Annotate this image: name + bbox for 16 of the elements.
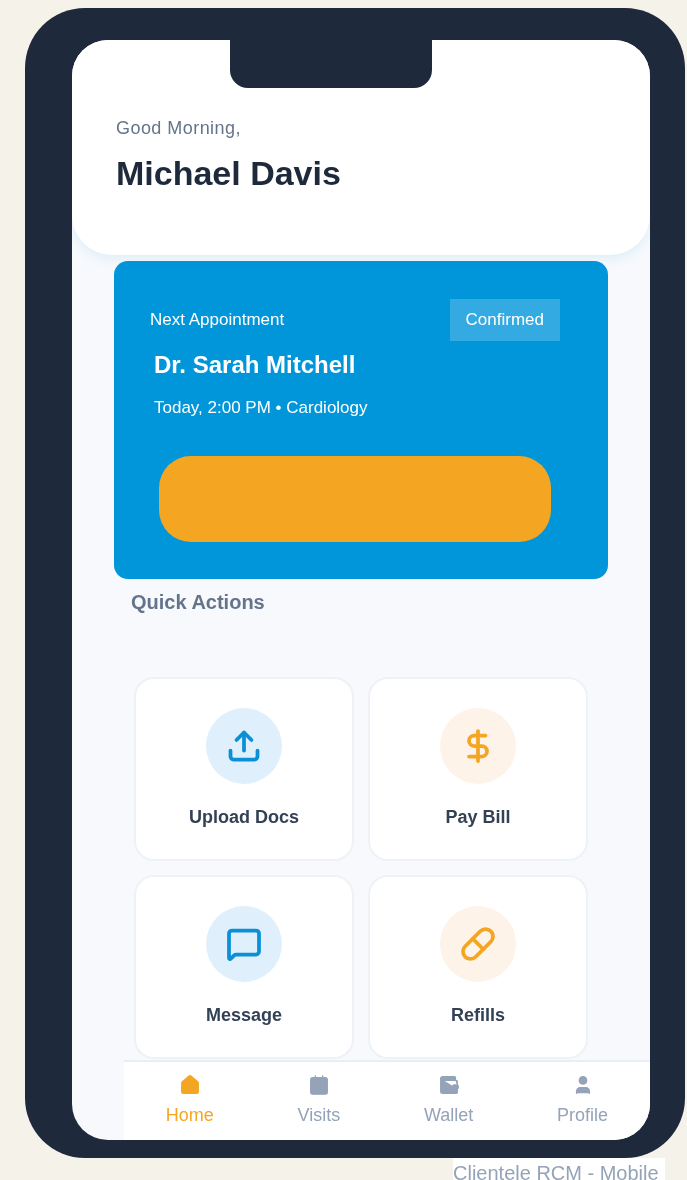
quick-action-card[interactable]: Pay Bill — [368, 677, 588, 861]
quick-action-card[interactable]: Message — [134, 875, 354, 1059]
quick-action-card[interactable]: Upload Docs — [134, 677, 354, 861]
calendar-icon — [307, 1073, 330, 1096]
doctor-name: Dr. Sarah Mitchell — [154, 349, 357, 380]
wallet-icon — [437, 1073, 460, 1096]
greeting-text: Good Morning, — [116, 117, 242, 140]
user-name: Michael Davis — [116, 153, 342, 194]
status-tag: Confirmed — [449, 299, 560, 341]
action-button[interactable] — [159, 456, 551, 542]
appointment-details: Today, 2:00 PM • Cardiology — [154, 396, 369, 419]
home-icon — [178, 1073, 201, 1096]
section-title: Quick Actions — [131, 590, 266, 615]
quick-action-card[interactable]: Refills — [368, 875, 588, 1059]
card-label: Next Appointment — [150, 309, 285, 331]
caption-text: Clientele RCM - Mobile — [453, 1158, 665, 1180]
